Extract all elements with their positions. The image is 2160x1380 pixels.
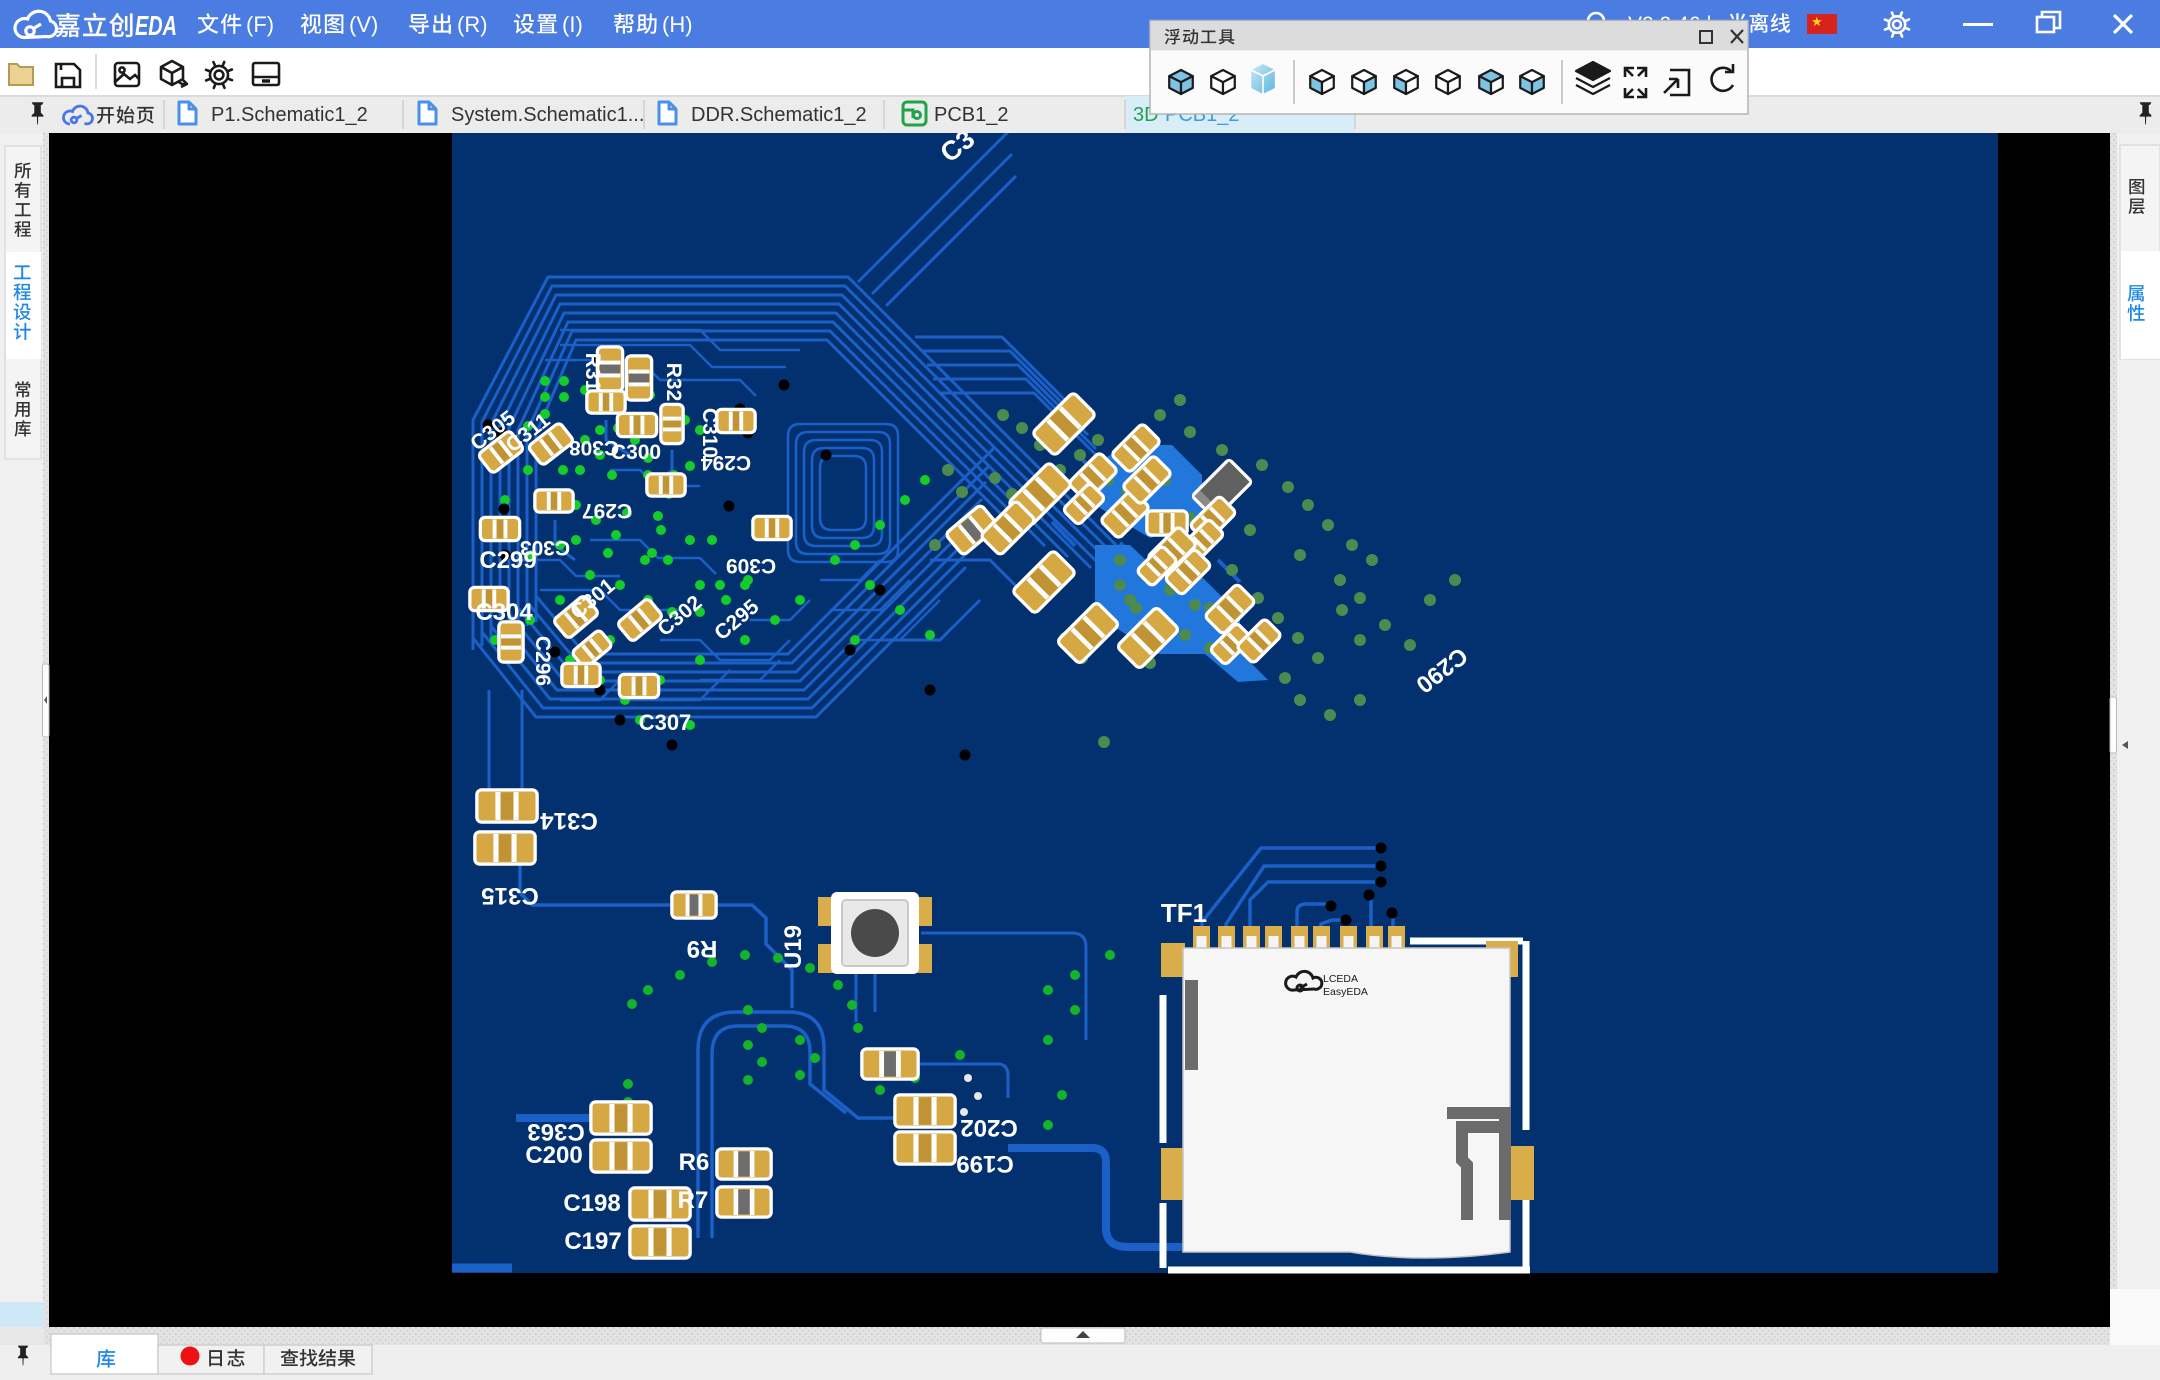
svg-text:C294: C294 <box>701 451 752 474</box>
svg-text:System.Schematic1...: System.Schematic1... <box>451 104 644 126</box>
svg-text:P1.Schematic1_2: P1.Schematic1_2 <box>211 104 368 126</box>
svg-text:C304: C304 <box>475 599 533 626</box>
svg-text:C310: C310 <box>698 408 721 458</box>
svg-text:C299: C299 <box>479 547 536 574</box>
svg-text:C309: C309 <box>726 554 776 577</box>
svg-text:C296: C296 <box>531 636 554 686</box>
svg-text:C300: C300 <box>611 441 661 464</box>
svg-text:LCEDA: LCEDA <box>1323 973 1358 985</box>
svg-text:C198: C198 <box>563 1190 620 1217</box>
svg-text:C202: C202 <box>960 1114 1017 1141</box>
svg-text:C314: C314 <box>540 807 598 834</box>
svg-text:TF1: TF1 <box>1161 898 1207 928</box>
svg-text:R7: R7 <box>678 1187 709 1214</box>
svg-text:(V): (V) <box>349 12 378 37</box>
svg-text:EDA: EDA <box>135 10 177 41</box>
svg-text:U19: U19 <box>780 925 807 969</box>
svg-text:C199: C199 <box>956 1150 1013 1177</box>
svg-text:PCB1_2: PCB1_2 <box>934 104 1009 126</box>
svg-text:C297: C297 <box>582 499 632 522</box>
svg-text:C307: C307 <box>639 710 692 735</box>
svg-text:DDR.Schematic1_2: DDR.Schematic1_2 <box>691 104 867 126</box>
svg-text:(I): (I) <box>562 12 583 37</box>
svg-text:R31: R31 <box>581 353 604 392</box>
svg-text:EasyEDA: EasyEDA <box>1323 986 1368 998</box>
svg-text:(F): (F) <box>246 12 274 37</box>
svg-text:(H): (H) <box>662 12 693 37</box>
svg-text:R32: R32 <box>662 363 685 402</box>
svg-text:C200: C200 <box>525 1142 582 1169</box>
svg-text:C315: C315 <box>481 882 538 909</box>
svg-text:C363: C363 <box>527 1118 584 1145</box>
svg-text:R6: R6 <box>679 1149 710 1176</box>
svg-text:R9: R9 <box>687 935 718 962</box>
svg-text:(R): (R) <box>457 12 488 37</box>
svg-text:★: ★ <box>1811 14 1823 29</box>
svg-text:C197: C197 <box>564 1228 621 1255</box>
